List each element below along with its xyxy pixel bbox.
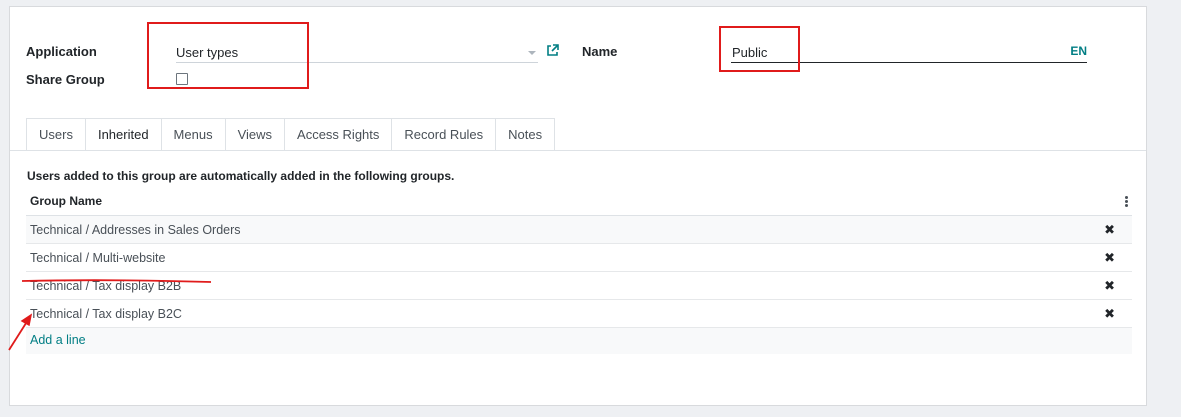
close-icon[interactable]: ✖ bbox=[1104, 306, 1115, 322]
table-body: Technical / Addresses in Sales Orders ✖ Te… bbox=[26, 216, 1132, 328]
close-icon[interactable]: ✖ bbox=[1104, 222, 1115, 238]
close-icon[interactable]: ✖ bbox=[1104, 278, 1115, 294]
tab-notes[interactable]: Notes bbox=[495, 118, 556, 151]
tab-menus[interactable]: Menus bbox=[160, 118, 225, 151]
tab-users[interactable]: Users bbox=[26, 118, 85, 151]
add-line-row: Add a line bbox=[26, 328, 1132, 354]
tab-views[interactable]: Views bbox=[224, 118, 285, 151]
tab-inherited[interactable]: Inherited bbox=[84, 118, 161, 151]
close-icon[interactable]: ✖ bbox=[1104, 250, 1115, 266]
group-name-cell: Technical / Tax display B2B bbox=[30, 279, 182, 293]
tab-record-rules[interactable]: Record Rules bbox=[391, 118, 496, 151]
column-header-group-name[interactable]: Group Name bbox=[30, 194, 102, 208]
add-a-line-link[interactable]: Add a line bbox=[30, 333, 86, 347]
name-label: Name bbox=[582, 44, 618, 59]
group-name-cell: Technical / Tax display B2C bbox=[30, 307, 182, 321]
group-name-cell: Technical / Multi-website bbox=[30, 251, 166, 265]
inherited-info-text: Users added to this group are automatica… bbox=[27, 169, 455, 183]
table-row[interactable]: Technical / Multi-website ✖ bbox=[26, 244, 1132, 272]
share-group-label: Share Group bbox=[26, 72, 105, 87]
table-row[interactable]: Technical / Tax display B2C ✖ bbox=[26, 300, 1132, 328]
table-header: Group Name bbox=[26, 189, 1132, 216]
application-label: Application bbox=[26, 44, 97, 59]
tab-divider bbox=[10, 150, 1146, 151]
inherited-groups-table: Group Name Technical / Addresses in Sale… bbox=[26, 189, 1132, 354]
tab-access-rights[interactable]: Access Rights bbox=[284, 118, 392, 151]
annotation-box-name bbox=[719, 26, 800, 72]
table-row[interactable]: Technical / Addresses in Sales Orders ✖ bbox=[26, 216, 1132, 244]
chevron-down-icon bbox=[528, 51, 536, 55]
language-toggle[interactable]: EN bbox=[1070, 44, 1087, 58]
group-name-cell: Technical / Addresses in Sales Orders bbox=[30, 223, 241, 237]
external-link-icon[interactable] bbox=[546, 44, 559, 57]
table-row[interactable]: Technical / Tax display B2B ✖ bbox=[26, 272, 1132, 300]
annotation-box-application bbox=[147, 22, 309, 89]
notebook-tabs: Users Inherited Menus Views Access Rights Rec… bbox=[26, 118, 556, 151]
kebab-menu-icon[interactable] bbox=[1125, 196, 1128, 208]
